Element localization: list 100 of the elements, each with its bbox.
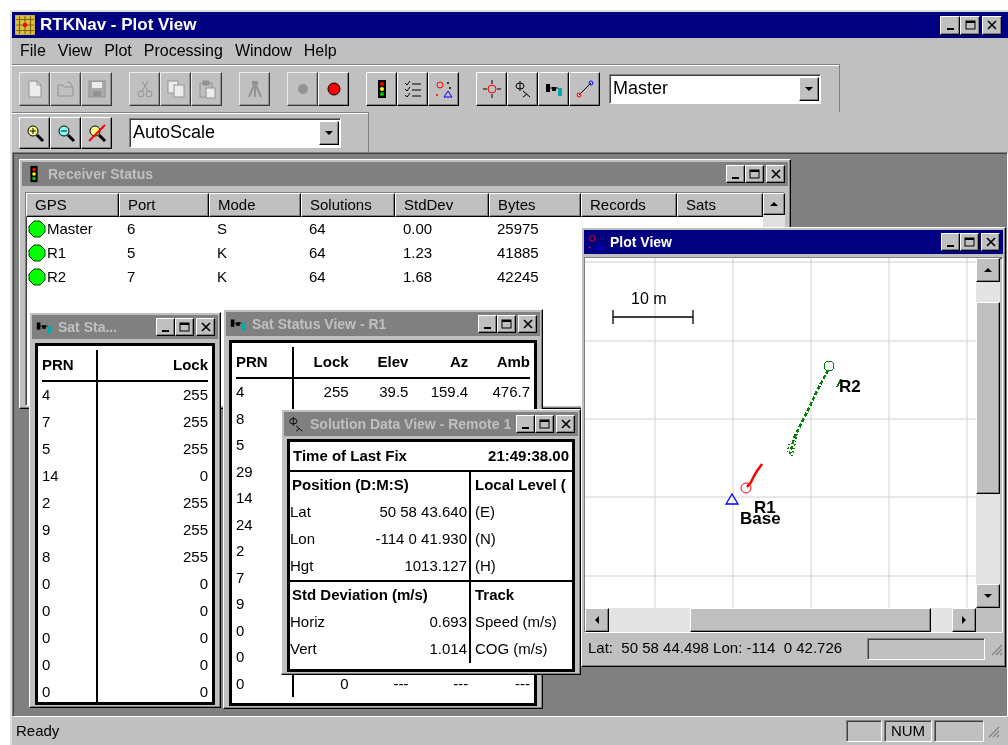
column-header[interactable]: Sats: [677, 193, 763, 217]
close-button[interactable]: [982, 15, 1002, 35]
table-cell-text: 6: [127, 218, 136, 239]
column-header[interactable]: GPS: [26, 193, 119, 217]
maximize-button[interactable]: [175, 318, 194, 336]
table-cell-text: 7: [127, 266, 136, 287]
maximize-button[interactable]: [960, 15, 980, 35]
status-panel: [934, 720, 984, 742]
scroll-up-button[interactable]: [976, 258, 1000, 282]
column-header: Lock: [173, 354, 208, 375]
menu-item[interactable]: View: [51, 39, 99, 63]
close-button[interactable]: [766, 165, 785, 183]
column-header: PRN: [42, 354, 74, 375]
toolbar-button[interactable]: [428, 71, 459, 106]
menu-item[interactable]: Processing: [137, 39, 229, 63]
maximize-button[interactable]: [535, 415, 555, 433]
close-icon: [560, 419, 571, 429]
table-cell-text: 0: [199, 628, 208, 649]
column-header: Elev: [377, 351, 409, 372]
toolbar-button[interactable]: [507, 71, 538, 106]
up-arrow-icon: [983, 267, 993, 273]
close-icon: [770, 169, 781, 179]
dropdown-button[interactable]: [319, 120, 339, 145]
vertical-scrollbar[interactable]: [976, 258, 1000, 608]
maximize-icon: [964, 20, 976, 30]
receiver-select[interactable]: Master: [609, 73, 821, 104]
window-title: Receiver Status: [48, 164, 154, 184]
copy-icon: [165, 78, 186, 99]
dropdown-button[interactable]: [799, 76, 819, 101]
table-cell-text: 64: [309, 242, 326, 263]
menu-item[interactable]: File: [14, 39, 52, 63]
field-label: (E): [475, 502, 495, 523]
horizontal-scrollbar[interactable]: [585, 608, 976, 632]
toolbar-button[interactable]: [476, 71, 507, 106]
minimize-button[interactable]: [156, 318, 175, 336]
field-value: 1.014: [429, 639, 467, 660]
table-cell-text: ---: [393, 673, 409, 694]
menu-item[interactable]: Window: [228, 39, 298, 63]
field-label: Hgt: [290, 556, 314, 577]
table-cell-text: 255: [182, 385, 208, 406]
table-cell-text: K: [217, 242, 227, 263]
table-cell-text: 14: [236, 488, 253, 508]
close-button[interactable]: [196, 318, 215, 336]
minimize-button[interactable]: [516, 415, 536, 433]
section-heading: Position (D:M:S): [292, 475, 409, 496]
table-cell-text: 5: [236, 435, 245, 455]
down-arrow-icon: [983, 593, 993, 599]
close-button[interactable]: [556, 415, 576, 433]
toolbar-button[interactable]: [50, 116, 81, 149]
table-cell-text: 64: [309, 218, 326, 239]
maximize-button[interactable]: [960, 233, 979, 251]
minimize-button[interactable]: [726, 165, 745, 183]
table-cell-text: 1.23: [403, 242, 433, 263]
table-cell-text: 0: [199, 601, 208, 622]
title-bar[interactable]: Plot View: [584, 230, 1003, 254]
minimize-button[interactable]: [478, 315, 497, 333]
table-cell-text: 255: [182, 412, 208, 433]
column-header[interactable]: Mode: [209, 193, 301, 217]
maximize-button[interactable]: [497, 315, 516, 333]
scale-select[interactable]: AutoScale: [129, 117, 341, 148]
table-cell-text: 24: [236, 514, 253, 535]
table-cell-text: 5: [127, 242, 136, 263]
zoom-reset-icon: [86, 122, 107, 143]
toolbar-button[interactable]: [397, 71, 428, 106]
toolbar-button[interactable]: [81, 116, 112, 149]
minimize-button[interactable]: [940, 15, 960, 35]
scroll-thumb[interactable]: [690, 608, 931, 632]
section-heading: Local Level (: [475, 475, 566, 496]
column-header[interactable]: StdDev: [395, 193, 489, 217]
menu-item[interactable]: Help: [297, 39, 343, 63]
scroll-left-button[interactable]: [585, 608, 609, 632]
maximize-icon: [179, 322, 190, 332]
title-bar[interactable]: RTKNav - Plot View: [12, 12, 1008, 38]
toolbar-button[interactable]: [366, 71, 397, 106]
toolbar-button[interactable]: [318, 71, 349, 106]
table-cell-text: 255: [182, 547, 208, 568]
scroll-down-button[interactable]: [976, 584, 1000, 608]
toolbar-button[interactable]: [538, 71, 569, 106]
window-title: Plot View: [610, 232, 672, 252]
field-label: Horiz: [290, 612, 325, 633]
column-header[interactable]: Port: [119, 193, 209, 217]
column-header[interactable]: Bytes: [489, 193, 581, 217]
scroll-right-button[interactable]: [952, 608, 976, 632]
close-button[interactable]: [981, 233, 1000, 251]
right-arrow-icon: [961, 615, 967, 625]
scroll-thumb[interactable]: [976, 302, 1000, 494]
column-header[interactable]: Solutions: [301, 193, 395, 217]
scroll-up-button[interactable]: [763, 193, 785, 215]
table-cell-text: 0: [199, 655, 208, 676]
window-title: Solution Data View - Remote 1: [310, 414, 512, 434]
toolbar-button[interactable]: [569, 71, 600, 106]
menu-item[interactable]: Plot: [98, 39, 138, 63]
maximize-icon: [539, 419, 551, 429]
table-cell-text: 255: [323, 382, 349, 402]
minimize-button[interactable]: [941, 233, 960, 251]
toolbar-button[interactable]: [19, 116, 50, 149]
maximize-button[interactable]: [745, 165, 764, 183]
close-button[interactable]: [518, 315, 537, 333]
column-header[interactable]: Records: [581, 193, 677, 217]
table-cell-text: R2: [47, 266, 67, 287]
